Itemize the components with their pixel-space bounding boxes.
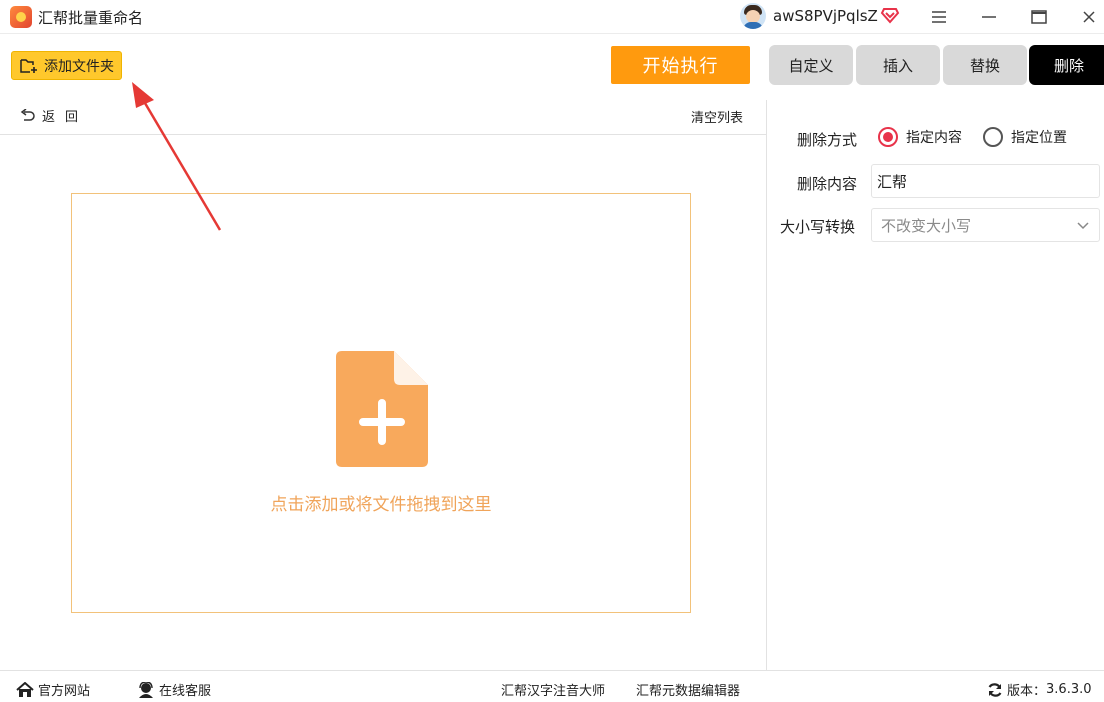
hanzi-pinyin-link[interactable]: 汇帮汉字注音大师 xyxy=(501,680,605,699)
avatar[interactable] xyxy=(740,3,766,29)
home-icon xyxy=(16,681,34,697)
version-label: 版本： xyxy=(1007,684,1047,699)
username[interactable]: awS8PVjPqlsZ xyxy=(773,7,878,25)
add-folder-button[interactable]: 添加文件夹 xyxy=(11,51,122,80)
case-conversion-label: 大小写转换 xyxy=(780,218,856,236)
list-divider xyxy=(0,134,766,135)
radio-label: 指定内容 xyxy=(906,130,962,146)
close-icon[interactable] xyxy=(1076,4,1102,30)
minimize-icon[interactable] xyxy=(976,4,1002,30)
footer-divider xyxy=(0,670,1104,671)
refresh-icon[interactable] xyxy=(987,682,1003,698)
delete-mode-label: 删除方式 xyxy=(797,131,858,149)
online-service-link[interactable]: 在线客服 xyxy=(137,680,211,699)
vip-diamond-icon[interactable] xyxy=(880,5,900,25)
tab-custom[interactable]: 自定义 xyxy=(769,45,853,85)
undo-icon xyxy=(20,108,35,121)
maximize-icon[interactable] xyxy=(1026,4,1052,30)
file-add-icon xyxy=(336,351,428,467)
title-bar: 汇帮批量重命名 awS8PVjPqlsZ xyxy=(0,0,1104,34)
app-title: 汇帮批量重命名 xyxy=(38,9,144,27)
add-folder-label: 添加文件夹 xyxy=(44,58,114,75)
delete-content-label: 删除内容 xyxy=(797,175,858,193)
tab-delete[interactable]: 删除 xyxy=(1029,45,1104,85)
version-info: 版本： 3.6.3.0 xyxy=(987,680,1092,699)
start-button[interactable]: 开始执行 xyxy=(611,46,750,84)
back-label: 返回 xyxy=(42,110,89,125)
drop-hint: 点击添加或将文件拖拽到这里 xyxy=(270,495,492,515)
menu-icon[interactable] xyxy=(926,4,952,30)
chevron-down-icon xyxy=(1077,222,1089,230)
case-conversion-value: 不改变大小写 xyxy=(881,216,972,235)
case-conversion-select[interactable]: 不改变大小写 xyxy=(871,208,1100,242)
folder-add-icon xyxy=(20,58,37,73)
tab-replace[interactable]: 替换 xyxy=(943,45,1027,85)
support-icon xyxy=(139,681,153,698)
tab-insert[interactable]: 插入 xyxy=(856,45,940,85)
version-number: 3.6.3.0 xyxy=(1046,682,1092,697)
radio-specified-content[interactable]: 指定内容 xyxy=(878,127,962,147)
official-site-link[interactable]: 官方网站 xyxy=(16,680,90,699)
file-dropzone[interactable]: 点击添加或将文件拖拽到这里 xyxy=(71,193,691,613)
radio-dot-checked xyxy=(878,127,898,147)
panel-divider xyxy=(766,100,767,670)
back-button[interactable]: 返回 xyxy=(20,106,88,125)
radio-label: 指定位置 xyxy=(1011,130,1067,146)
radio-dot xyxy=(983,127,1003,147)
radio-specified-position[interactable]: 指定位置 xyxy=(983,127,1067,147)
official-site-label: 官方网站 xyxy=(38,684,91,699)
metadata-editor-link[interactable]: 汇帮元数据编辑器 xyxy=(636,680,740,699)
online-service-label: 在线客服 xyxy=(159,684,212,699)
clear-list-button[interactable]: 清空列表 xyxy=(691,107,743,126)
delete-content-input[interactable] xyxy=(871,164,1100,198)
app-logo xyxy=(10,6,32,28)
annotation-arrow xyxy=(132,82,222,231)
